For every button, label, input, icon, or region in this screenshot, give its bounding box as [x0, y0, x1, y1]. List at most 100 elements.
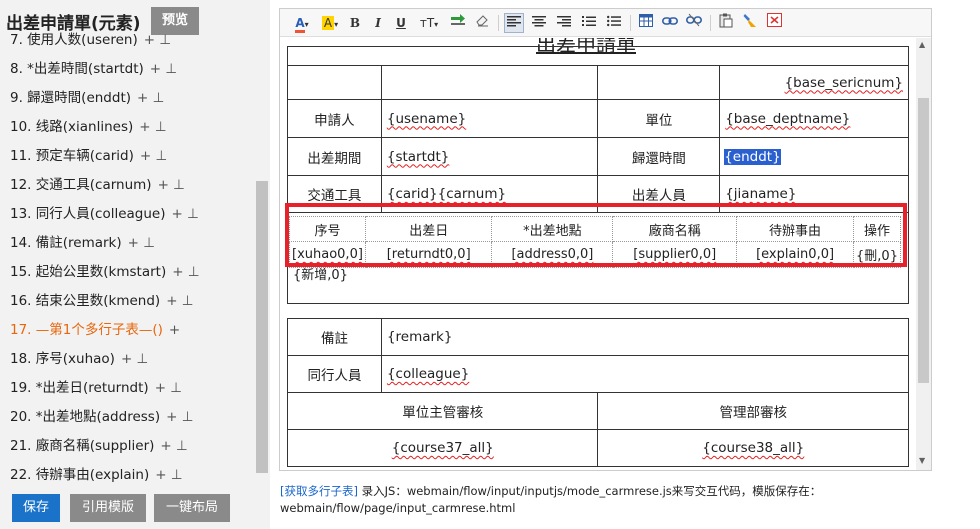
rich-text-editor: A▾ A ▾ B I U тT▾ 出差申請單 {base_sericnum} 申… [279, 8, 932, 471]
underline-icon[interactable]: U [392, 13, 410, 33]
add-row-placeholder[interactable]: {新增,0} [293, 264, 348, 283]
field-item-startdt[interactable]: 8. *出差時間(startdt) + ⊥ [10, 58, 177, 80]
field-item-remark[interactable]: 14. 備註(remark) + ⊥ [10, 232, 155, 254]
left-panel: 出差申請單(元素) 预览 7. 使用人数(useren) + ⊥ 8. *出差時間… [0, 0, 270, 529]
field-item-actions[interactable]: + ⊥ [155, 467, 182, 483]
get-subtable-link[interactable]: [获取多行子表] [280, 484, 358, 498]
field-item-actions[interactable]: + ⊥ [158, 177, 185, 193]
sub-table: 序号 出差日 *出差地點 廠商名稱 待辦事由 操作 [xuhao0,0] [re… [289, 216, 901, 268]
paste-icon[interactable] [716, 13, 736, 33]
field-item-kmstart[interactable]: 15. 起始公里数(kmstart) + ⊥ [10, 261, 200, 283]
insert-line-icon[interactable] [448, 13, 468, 33]
field-item-useren[interactable]: 7. 使用人数(useren) + ⊥ [10, 31, 171, 51]
period-label: 出差期間 [287, 137, 382, 176]
dept-label: 單位 [597, 99, 721, 138]
scroll-down-arrow-icon[interactable]: ▼ [919, 456, 925, 465]
sub-cell-delete[interactable]: {刪,0} [853, 241, 901, 268]
field-item-address[interactable]: 20. *出差地點(address) + ⊥ [10, 406, 193, 428]
table-icon[interactable] [636, 13, 656, 33]
colleague-value-cell[interactable]: {colleague} [380, 355, 910, 393]
editor-content[interactable]: 出差申請單 {base_sericnum} 申請人 {usename} 單位 {… [280, 38, 916, 470]
field-item-enddt[interactable]: 9. 歸還時間(enddt) + ⊥ [10, 87, 164, 109]
bold-icon[interactable]: B [346, 13, 364, 33]
sub-header-address: *出差地點 [491, 216, 614, 242]
review2-value-cell[interactable]: {course38_all} [597, 429, 909, 467]
field-item-actions[interactable]: + [169, 322, 180, 338]
transport-label: 交通工具 [287, 175, 382, 213]
field-item-actions[interactable]: + ⊥ [139, 119, 166, 135]
sub-header-returndt: 出差日 [364, 216, 493, 242]
field-item-actions[interactable]: + ⊥ [121, 351, 148, 367]
format-brush-icon[interactable] [740, 13, 760, 33]
review1-value-cell[interactable]: {course37_all} [286, 429, 599, 467]
link-icon[interactable] [660, 13, 680, 33]
field-item-subtable[interactable]: 17. —第1个多行子表—() + [10, 319, 180, 341]
ordered-list-icon[interactable] [579, 13, 599, 33]
field-item-actions[interactable]: + ⊥ [166, 409, 193, 425]
italic-icon[interactable]: I [369, 13, 387, 33]
traveler-label: 出差人員 [597, 175, 721, 213]
applicant-value-cell[interactable]: {usename} [380, 99, 599, 138]
editor-scrollbar[interactable]: ▲ ▼ [916, 38, 931, 470]
field-item-actions[interactable]: + ⊥ [137, 90, 164, 106]
sub-cell-returndt[interactable]: [returndt0,0] [364, 241, 493, 268]
field-item-actions[interactable]: + ⊥ [155, 380, 182, 396]
field-item-explain[interactable]: 22. 待辦事由(explain) + ⊥ [10, 464, 183, 486]
field-item-actions[interactable]: + ⊥ [160, 438, 187, 454]
field-item-actions[interactable]: + ⊥ [166, 293, 193, 309]
sub-header-actions: 操作 [853, 216, 901, 242]
sub-cell-address[interactable]: [address0,0] [491, 241, 614, 268]
field-item-actions[interactable]: + ⊥ [172, 264, 199, 280]
field-item-actions[interactable]: + ⊥ [150, 61, 177, 77]
field-item-actions[interactable]: + ⊥ [172, 206, 199, 222]
field-item-returndt[interactable]: 19. *出差日(returndt) + ⊥ [10, 377, 182, 399]
sub-header-explain: 待辦事由 [736, 216, 855, 242]
sub-cell-supplier[interactable]: [supplier0,0] [612, 241, 738, 268]
field-item-kmend[interactable]: 16. 结束公里数(kmend) + ⊥ [10, 290, 194, 312]
sub-header-xuhao: 序号 [289, 216, 366, 242]
field-item-xianlines[interactable]: 10. 线路(xianlines) + ⊥ [10, 116, 167, 138]
field-list-scrollbar[interactable] [256, 31, 268, 486]
preview-frame-icon[interactable] [764, 13, 784, 33]
help-note: [获取多行子表] 录入JS：webmain/flow/input/inputjs… [280, 483, 920, 517]
field-item-actions[interactable]: + ⊥ [144, 32, 171, 48]
return-label: 歸還時間 [597, 137, 721, 176]
remark-value-cell[interactable]: {remark} [380, 318, 910, 356]
field-item-supplier[interactable]: 21. 廠商名稱(supplier) + ⊥ [10, 435, 188, 457]
transport-value-cell[interactable]: {carid}{carnum} [380, 175, 599, 213]
unlink-icon[interactable] [684, 13, 704, 33]
serial-number-cell[interactable]: {base_sericnum} [719, 65, 909, 100]
field-item-colleague[interactable]: 13. 同行人員(colleague) + ⊥ [10, 203, 199, 225]
bottom-form-table: 備註 {remark} 同行人員 {colleague} 單位主管審核 管理部審… [286, 318, 910, 467]
sub-cell-explain[interactable]: [explain0,0] [736, 241, 855, 268]
field-item-carid[interactable]: 11. 预定车辆(carid) + ⊥ [10, 145, 167, 167]
use-template-button[interactable]: 引用模版 [70, 494, 146, 522]
unordered-list-icon[interactable] [604, 13, 624, 33]
field-item-actions[interactable]: + ⊥ [128, 235, 155, 251]
save-button[interactable]: 保存 [12, 494, 60, 522]
highlight-color-icon[interactable]: A ▾ [318, 13, 342, 33]
font-color-icon[interactable]: A▾ [290, 13, 314, 33]
field-item-actions[interactable]: + ⊥ [140, 148, 167, 164]
field-list: 7. 使用人数(useren) + ⊥ 8. *出差時間(startdt) + ⊥ … [0, 31, 256, 486]
review2-label: 管理部審核 [597, 392, 909, 430]
eraser-icon[interactable] [472, 13, 492, 33]
field-item-carnum[interactable]: 12. 交通工具(carnum) + ⊥ [10, 174, 185, 196]
scrollbar-thumb[interactable] [256, 181, 268, 473]
traveler-value-cell[interactable]: {jianame} [719, 175, 909, 213]
editor-toolbar: A▾ A ▾ B I U тT▾ [280, 9, 931, 37]
dept-value-cell[interactable]: {base_deptname} [719, 99, 909, 138]
align-center-icon[interactable] [529, 13, 549, 33]
field-item-xuhao[interactable]: 18. 序号(xuhao) + ⊥ [10, 348, 148, 370]
font-size-icon[interactable]: тT▾ [416, 13, 442, 33]
return-value-cell[interactable]: {enddt} [719, 137, 909, 176]
scroll-up-arrow-icon[interactable]: ▲ [919, 40, 925, 49]
scrollbar-thumb[interactable] [918, 98, 929, 383]
sub-header-supplier: 廠商名稱 [612, 216, 738, 242]
auto-layout-button[interactable]: 一键布局 [154, 494, 230, 522]
colleague-label: 同行人員 [287, 355, 382, 393]
align-left-icon[interactable] [504, 13, 524, 33]
period-value-cell[interactable]: {startdt} [380, 137, 599, 176]
remark-label: 備註 [287, 318, 382, 356]
align-right-icon[interactable] [554, 13, 574, 33]
